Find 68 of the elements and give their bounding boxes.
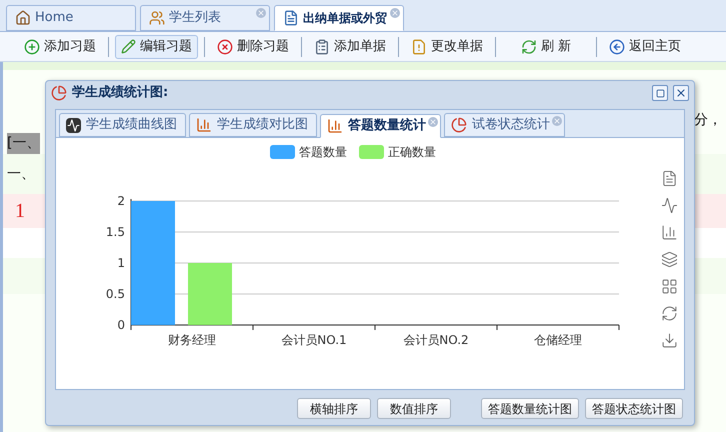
x-tick-label: 仓储经理: [534, 333, 582, 347]
x-tick-label: 财务经理: [168, 333, 216, 347]
chart-tab-label[interactable]: 学生成绩曲线图: [86, 115, 177, 135]
toolbar-button[interactable]: 更改单据: [405, 34, 489, 58]
close-icon: [675, 87, 687, 99]
restore-icon[interactable]: [661, 305, 678, 322]
house-icon: [15, 10, 31, 26]
toolbar-button[interactable]: 添加习题: [18, 34, 102, 58]
dialog-title: 学生成绩统计图:: [72, 84, 168, 102]
maximize-icon: [656, 88, 664, 98]
y-tick-label: 2: [117, 194, 125, 208]
stack-icon[interactable]: [661, 251, 678, 268]
legend-swatch[interactable]: [270, 145, 295, 159]
line-chart-icon: [66, 118, 81, 132]
action-button[interactable]: 横轴排序: [297, 398, 371, 419]
warning-document-icon: [411, 38, 427, 54]
y-tick-label: 0.5: [106, 287, 125, 301]
users-icon: [149, 10, 165, 26]
x-tick-label: 会计员NO.2: [403, 333, 469, 347]
line-chart-icon[interactable]: [661, 197, 678, 214]
x-tick-label: 会计员NO.1: [281, 333, 347, 347]
chart-tab-label[interactable]: 答题数量统计: [348, 116, 426, 136]
legend-label[interactable]: 正确数量: [388, 143, 436, 161]
chart-tab[interactable]: 答题数量统计: [320, 114, 441, 138]
data-view-icon[interactable]: [661, 170, 678, 187]
download-icon[interactable]: [661, 332, 678, 349]
bar-chart-icon: [196, 117, 212, 133]
chart-tab[interactable]: 学生成绩曲线图: [59, 113, 186, 137]
toolbar-button[interactable]: 添加单据: [308, 34, 392, 58]
maximize-button[interactable]: [652, 85, 668, 101]
pie-chart-icon: [451, 117, 467, 133]
toolbar-button[interactable]: 编辑习题: [115, 34, 198, 58]
page-text: 1: [15, 199, 25, 224]
bar-chart-icon[interactable]: [661, 224, 678, 241]
legend-label[interactable]: 答题数量: [299, 143, 347, 161]
tab-label[interactable]: Home: [35, 8, 74, 28]
y-tick-label: 0: [117, 318, 125, 332]
tab-label[interactable]: 学生列表: [169, 8, 221, 28]
y-tick-label: 1: [117, 256, 125, 270]
form-icon: [314, 38, 330, 54]
chart-tab[interactable]: 试卷状态统计: [444, 113, 565, 137]
tab[interactable]: 出纳单据或外贸: [274, 5, 404, 31]
pie-chart-icon: [51, 85, 67, 101]
chart-tab-label[interactable]: 试卷状态统计: [472, 115, 550, 135]
tab-label[interactable]: 出纳单据或外贸: [303, 9, 387, 27]
toolbar-button[interactable]: 返回主页: [603, 34, 688, 58]
toolbar-button[interactable]: 刷 新: [508, 34, 584, 58]
delete-icon: [217, 38, 233, 54]
bar-chart-icon: [327, 118, 343, 134]
page-text: 分，: [694, 110, 722, 130]
page-text: 一、: [7, 164, 35, 184]
y-tick-label: 1.5: [106, 225, 125, 239]
page-text: [一、: [7, 132, 40, 154]
chart-tab-label[interactable]: 学生成绩对比图: [217, 115, 308, 135]
close-button[interactable]: [673, 85, 689, 101]
action-button[interactable]: 答题数量统计图: [481, 398, 579, 419]
pencil-icon: [121, 39, 136, 54]
chart-tab[interactable]: 学生成绩对比图: [189, 113, 317, 137]
tab[interactable]: Home: [6, 5, 136, 31]
refresh-icon: [521, 38, 537, 54]
document-icon: [283, 10, 299, 26]
toolbar-button[interactable]: 删除习题: [211, 34, 295, 58]
plus-icon: [24, 38, 40, 54]
action-button[interactable]: 答题状态统计图: [585, 398, 683, 419]
legend-swatch[interactable]: [359, 145, 384, 159]
grid-icon[interactable]: [661, 278, 678, 295]
action-button[interactable]: 数值排序: [377, 398, 451, 419]
tab[interactable]: 学生列表: [140, 5, 270, 31]
